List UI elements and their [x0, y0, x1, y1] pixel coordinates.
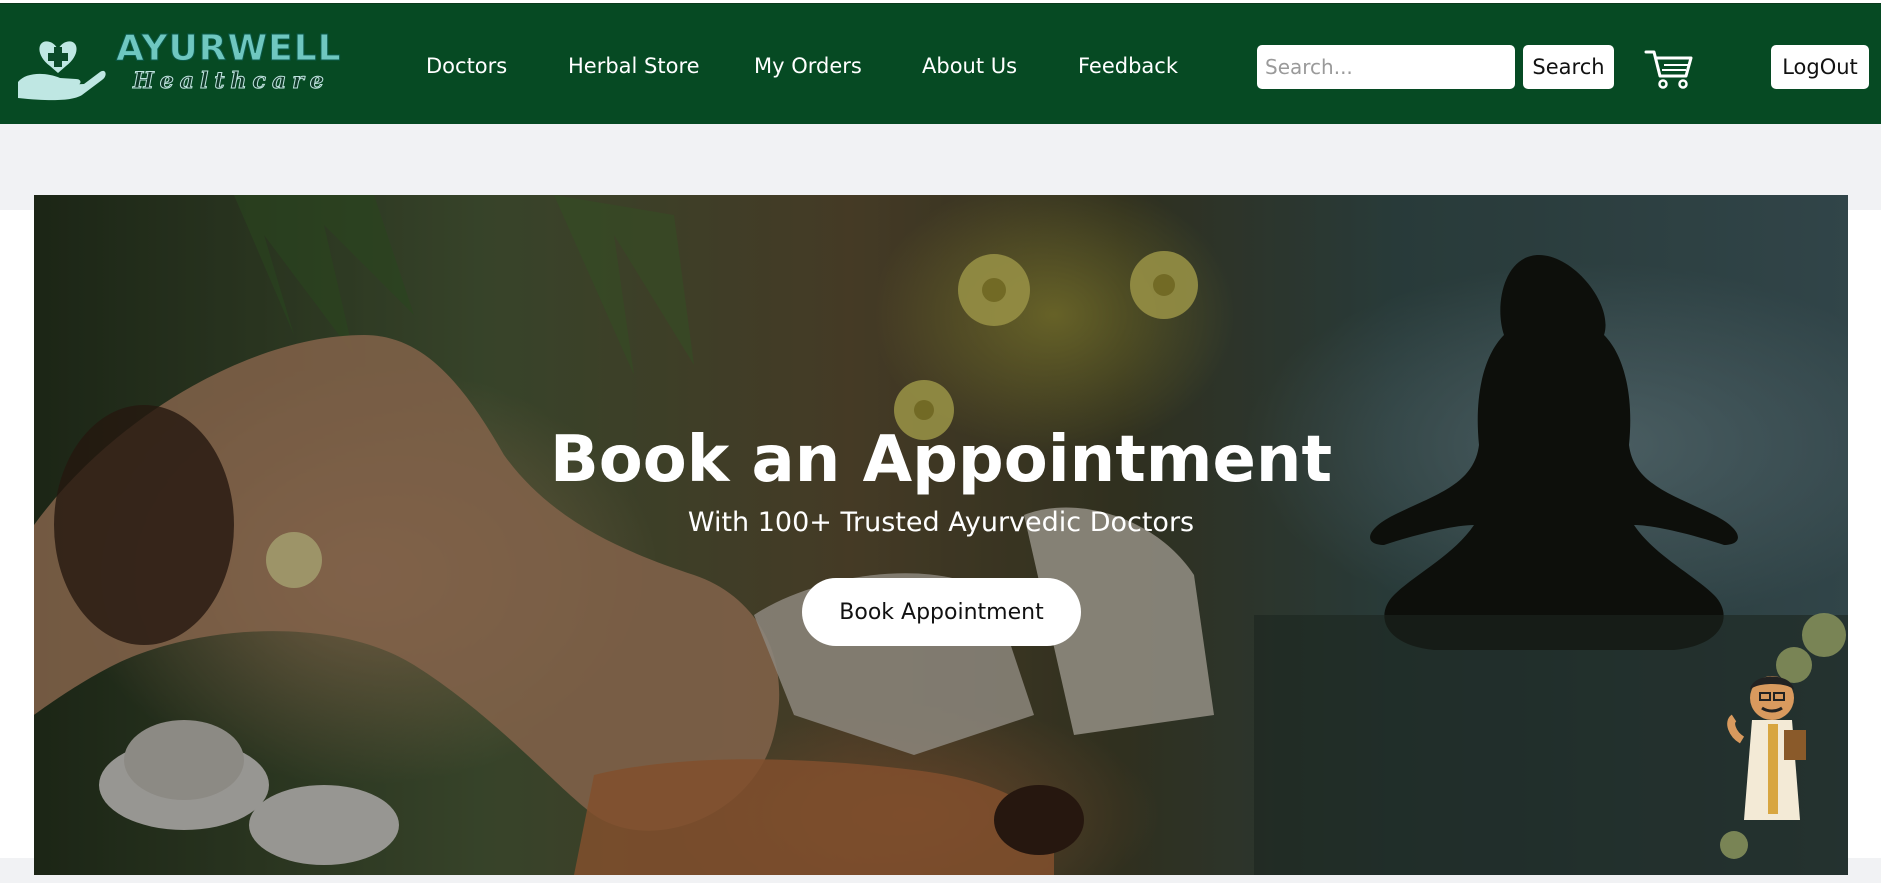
top-navbar: AYURWELL Healthcare Doctors Herbal Store…	[0, 3, 1881, 124]
heart-hand-icon	[18, 41, 106, 101]
cart-button[interactable]	[1644, 48, 1694, 90]
hero-banner: Book an Appointment With 100+ Trusted Ay…	[34, 195, 1848, 875]
nav-item-feedback[interactable]: Feedback	[1078, 54, 1178, 78]
hero-subtitle: With 100+ Trusted Ayurvedic Doctors	[687, 507, 1195, 538]
logout-button[interactable]: LogOut	[1771, 45, 1869, 89]
cart-icon	[1644, 50, 1693, 89]
book-appointment-button[interactable]: Book Appointment	[802, 578, 1081, 646]
nav-item-about-us[interactable]: About Us	[922, 54, 1017, 78]
search-input[interactable]	[1257, 45, 1515, 89]
search-button[interactable]: Search	[1523, 45, 1614, 89]
hero-title: Book an Appointment	[549, 423, 1333, 497]
brand-subtitle: Healthcare	[133, 68, 330, 95]
brand-name: AYURWELL	[116, 28, 342, 70]
nav-item-my-orders[interactable]: My Orders	[754, 54, 862, 78]
nav-item-herbal-store[interactable]: Herbal Store	[568, 54, 700, 78]
brand-logo[interactable]: AYURWELL Healthcare	[16, 28, 341, 106]
nav-item-doctors[interactable]: Doctors	[426, 54, 507, 78]
doctor-mascot-icon[interactable]	[1722, 660, 1822, 825]
